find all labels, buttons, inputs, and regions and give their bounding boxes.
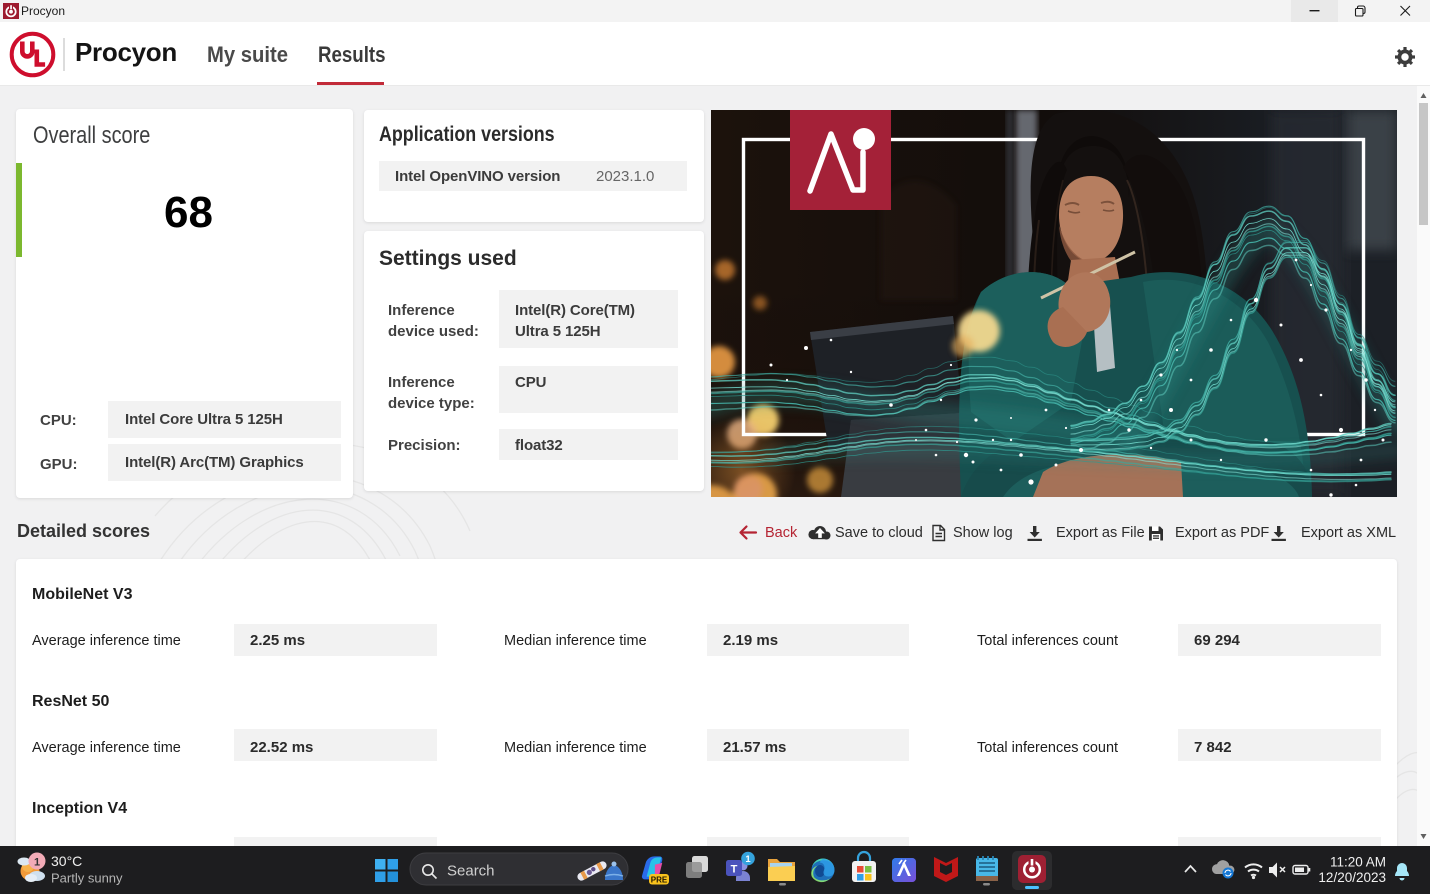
svg-text:1: 1: [745, 854, 751, 865]
svg-text:PRE: PRE: [651, 875, 668, 884]
svg-text:Partly sunny: Partly sunny: [51, 871, 123, 886]
svg-text:Search: Search: [447, 863, 495, 880]
svg-text:11:20 AM: 11:20 AM: [1330, 855, 1386, 870]
svg-text:30°C: 30°C: [51, 853, 82, 869]
svg-text:1: 1: [34, 857, 40, 869]
svg-text:12/20/2023: 12/20/2023: [1318, 870, 1386, 885]
svg-text:T: T: [731, 864, 738, 876]
